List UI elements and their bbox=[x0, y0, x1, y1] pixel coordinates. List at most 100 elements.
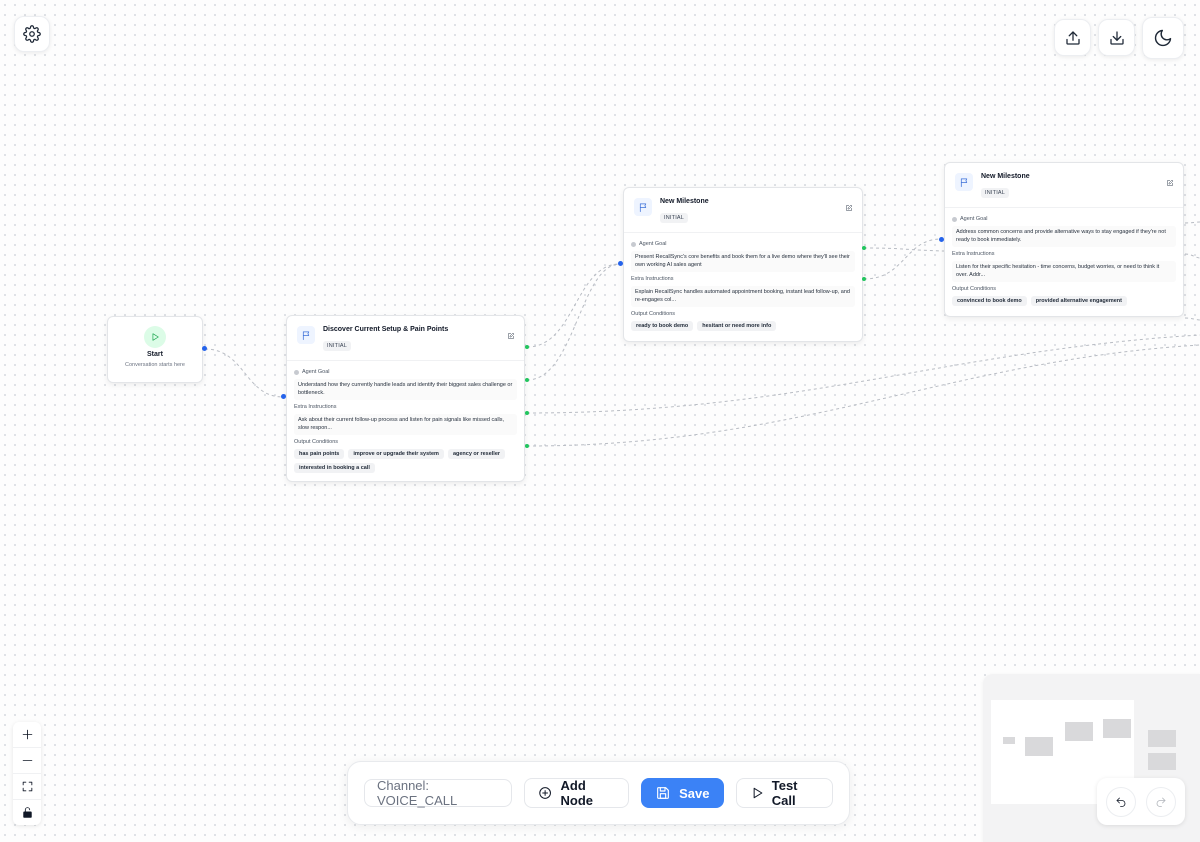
history-controls bbox=[1097, 778, 1185, 825]
start-output-handle[interactable] bbox=[202, 346, 207, 351]
save-button[interactable]: Save bbox=[641, 778, 724, 808]
milestone-node-demo[interactable]: New Milestone INITIAL Agent Goal Present… bbox=[623, 187, 863, 342]
condition-chip: convinced to book demo bbox=[952, 296, 1027, 306]
zoom-out-button[interactable] bbox=[13, 748, 41, 774]
discover-output-handle[interactable] bbox=[525, 411, 529, 415]
moon-icon bbox=[1154, 29, 1172, 47]
conditions-label: Output Conditions bbox=[294, 439, 339, 445]
instructions-text: Ask about their current follow-up proces… bbox=[294, 414, 517, 435]
minimap-node bbox=[1003, 737, 1015, 744]
concerns-input-handle[interactable] bbox=[939, 237, 944, 242]
edit-icon[interactable] bbox=[1166, 174, 1174, 186]
settings-button[interactable] bbox=[14, 16, 50, 52]
flag-icon bbox=[297, 326, 315, 344]
zoom-in-button[interactable] bbox=[13, 722, 41, 748]
goal-text: Understand how they currently handle lea… bbox=[294, 379, 517, 400]
edit-icon[interactable] bbox=[845, 199, 853, 211]
play-icon bbox=[144, 326, 166, 348]
demo-output-handle[interactable] bbox=[862, 246, 866, 250]
lock-button[interactable] bbox=[13, 800, 41, 825]
plus-circle-icon bbox=[539, 787, 552, 799]
export-button[interactable] bbox=[1054, 19, 1091, 56]
undo-icon bbox=[1116, 797, 1126, 807]
discover-output-handle[interactable] bbox=[525, 378, 529, 382]
edge-discover-milestone1-b bbox=[526, 263, 621, 381]
channel-indicator: Channel: VOICE_CALL bbox=[364, 778, 513, 808]
discover-output-handle[interactable] bbox=[525, 345, 529, 349]
goal-icon bbox=[294, 369, 299, 375]
minus-icon bbox=[22, 760, 32, 761]
theme-toggle-button[interactable] bbox=[1142, 17, 1184, 59]
add-node-button[interactable]: Add Node bbox=[524, 778, 630, 808]
minimap-node bbox=[1065, 722, 1093, 741]
goal-icon bbox=[631, 241, 636, 247]
milestone-node-discover[interactable]: Discover Current Setup & Pain Points INI… bbox=[286, 315, 525, 482]
redo-icon bbox=[1156, 797, 1166, 807]
goal-text: Address common concerns and provide alte… bbox=[952, 226, 1176, 247]
goal-label: Agent Goal bbox=[302, 369, 330, 375]
import-button[interactable] bbox=[1098, 19, 1135, 56]
discover-output-handle[interactable] bbox=[525, 444, 529, 448]
minimap-node bbox=[1103, 719, 1131, 738]
condition-chip: provided alternative engagement bbox=[1030, 296, 1127, 306]
fit-view-button[interactable] bbox=[13, 774, 41, 800]
zoom-controls bbox=[13, 722, 41, 825]
initial-badge: INITIAL bbox=[323, 341, 352, 351]
download-icon bbox=[1109, 30, 1124, 45]
goal-label: Agent Goal bbox=[960, 216, 988, 222]
save-icon bbox=[657, 787, 670, 799]
discover-input-handle[interactable] bbox=[281, 394, 286, 399]
save-label: Save bbox=[679, 785, 710, 801]
edge-offscreen-c bbox=[1184, 317, 1200, 321]
edge-discover-milestone1 bbox=[526, 263, 621, 348]
milestone-node-concerns[interactable]: New Milestone INITIAL Agent Goal Address… bbox=[944, 162, 1184, 317]
fullscreen-icon bbox=[22, 781, 32, 792]
start-subtitle: Conversation starts here bbox=[125, 362, 185, 368]
start-node[interactable]: Start Conversation starts here bbox=[107, 316, 203, 383]
start-title: Start bbox=[147, 351, 163, 358]
instructions-text: Explain RecallSync handles automated app… bbox=[631, 286, 855, 307]
node-title: New Milestone bbox=[660, 198, 709, 205]
play-icon bbox=[753, 787, 762, 799]
test-call-label: Test Call bbox=[771, 778, 798, 808]
flag-icon bbox=[955, 173, 973, 191]
condition-chip: interested in booking a call bbox=[294, 463, 375, 473]
edge-milestone1-milestone2 bbox=[863, 238, 942, 280]
instructions-text: Listen for their specific hesitation - t… bbox=[952, 261, 1176, 282]
edge-milestone2-offscreen-a bbox=[1184, 221, 1200, 224]
test-call-button[interactable]: Test Call bbox=[735, 778, 834, 808]
lock-icon bbox=[22, 807, 32, 818]
redo-button[interactable] bbox=[1146, 786, 1176, 817]
undo-button[interactable] bbox=[1106, 786, 1136, 817]
upload-icon bbox=[1065, 30, 1080, 45]
edge-discover-offscreen-a bbox=[526, 334, 1200, 414]
instructions-label: Extra Instructions bbox=[294, 404, 337, 410]
demo-output-handle[interactable] bbox=[862, 277, 866, 281]
conditions-label: Output Conditions bbox=[631, 311, 676, 317]
condition-chip: ready to book demo bbox=[631, 321, 694, 331]
condition-chip: agency or reseller bbox=[447, 449, 506, 459]
edge-milestone1-milestone2-b bbox=[863, 247, 945, 252]
initial-badge: INITIAL bbox=[981, 188, 1010, 198]
edge-milestone2-offscreen-b bbox=[1184, 253, 1200, 259]
node-title: New Milestone bbox=[981, 173, 1030, 180]
conditions-label: Output Conditions bbox=[952, 286, 997, 292]
goal-icon bbox=[952, 216, 957, 222]
condition-chip: improve or upgrade their system bbox=[348, 449, 444, 459]
edge-start-discover bbox=[204, 348, 284, 398]
edit-icon[interactable] bbox=[507, 327, 515, 339]
goal-label: Agent Goal bbox=[639, 241, 667, 247]
add-node-label: Add Node bbox=[560, 778, 594, 808]
initial-badge: INITIAL bbox=[660, 213, 689, 223]
bottom-action-bar: Channel: VOICE_CALL Add Node Save Test C… bbox=[347, 761, 850, 825]
demo-input-handle[interactable] bbox=[618, 261, 623, 266]
minimap-node bbox=[1148, 730, 1176, 747]
node-title: Discover Current Setup & Pain Points bbox=[323, 326, 449, 333]
plus-icon bbox=[22, 729, 32, 740]
goal-text: Present RecallSync's core benefits and b… bbox=[631, 251, 855, 272]
condition-chip: hesitant or need more info bbox=[697, 321, 777, 331]
condition-chip: has pain points bbox=[294, 449, 345, 459]
minimap-node bbox=[1148, 753, 1176, 770]
flag-icon bbox=[634, 198, 652, 216]
instructions-label: Extra Instructions bbox=[631, 276, 674, 282]
